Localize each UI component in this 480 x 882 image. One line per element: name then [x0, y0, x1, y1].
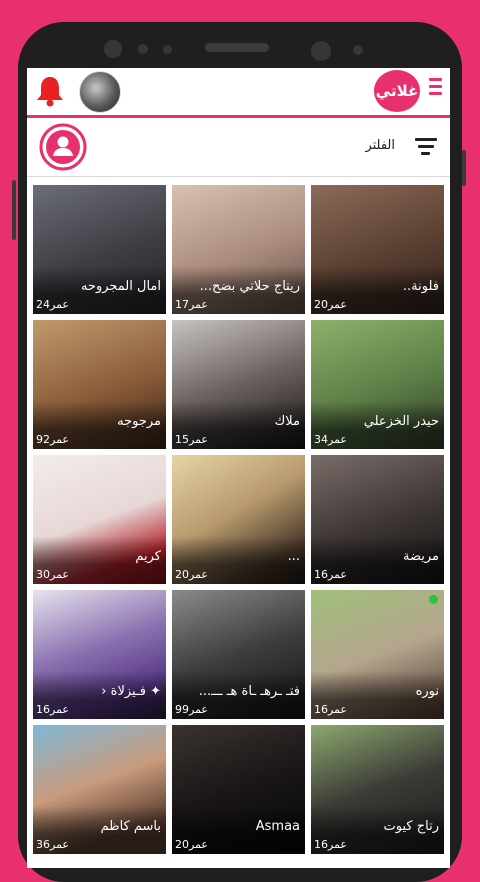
user-age: 99عمر	[175, 703, 208, 716]
front-camera	[311, 41, 331, 61]
earpiece-speaker	[205, 43, 269, 52]
user-card[interactable]: ... 20عمر	[172, 455, 305, 584]
phone-side-button	[12, 180, 16, 240]
user-card[interactable]: نوره 16عمر	[311, 590, 444, 719]
user-age: 20عمر	[175, 568, 208, 581]
online-status-indicator	[429, 595, 438, 604]
user-card[interactable]: ✦ فـيزلاة ‹ 16عمر	[33, 590, 166, 719]
sensor	[353, 45, 363, 55]
user-age: 24عمر	[36, 298, 69, 311]
user-name: ...	[287, 549, 300, 564]
sensor	[138, 44, 148, 54]
user-age: 20عمر	[175, 838, 208, 851]
user-name: مرجوجه	[117, 414, 161, 429]
user-name: ملاك	[274, 414, 300, 429]
user-card[interactable]: ملاك 15عمر	[172, 320, 305, 449]
user-name: ✦ فـيزلاة ‹	[101, 684, 161, 699]
filter-bar: الفلتر	[27, 118, 450, 177]
user-name: نوره	[415, 684, 439, 699]
user-age: 20عمر	[314, 298, 347, 311]
app-header: غلاتي	[27, 68, 450, 118]
user-age: 30عمر	[36, 568, 69, 581]
user-age: 17عمر	[175, 298, 208, 311]
app-screen: غلاتي الفلتر فلونة.. 20عمر ريتاج حلاتي ب…	[27, 68, 450, 868]
user-name: مريضة	[403, 549, 439, 564]
user-age: 16عمر	[314, 838, 347, 851]
user-age: 16عمر	[314, 568, 347, 581]
user-age: 16عمر	[314, 703, 347, 716]
user-card[interactable]: Asmaa 20عمر	[172, 725, 305, 854]
sensor	[163, 45, 172, 54]
user-card[interactable]: مريضة 16عمر	[311, 455, 444, 584]
user-card[interactable]: حيدر الخزعلي 34عمر	[311, 320, 444, 449]
user-card[interactable]: امال المجروحه 24عمر	[33, 185, 166, 314]
hamburger-menu-icon[interactable]	[429, 78, 442, 98]
user-circle-icon[interactable]	[39, 123, 87, 171]
user-age: 15عمر	[175, 433, 208, 446]
user-card[interactable]: فتـ ـرهـ ـاة هـ ـــ... 99عمر	[172, 590, 305, 719]
user-name: باسم كاظم	[100, 819, 161, 834]
filter-label[interactable]: الفلتر	[365, 138, 395, 153]
phone-side-button	[462, 150, 466, 186]
user-age: 34عمر	[314, 433, 347, 446]
user-name: فلونة..	[402, 279, 439, 294]
user-name: فتـ ـرهـ ـاة هـ ـــ...	[198, 684, 300, 699]
user-card[interactable]: باسم كاظم 36عمر	[33, 725, 166, 854]
user-card[interactable]: مرجوجه 92عمر	[33, 320, 166, 449]
user-card[interactable]: فلونة.. 20عمر	[311, 185, 444, 314]
front-camera	[104, 40, 122, 58]
current-user-avatar[interactable]	[79, 71, 121, 113]
app-logo: غلاتي	[374, 70, 420, 112]
user-name: رتاج كيوت	[383, 819, 439, 834]
user-name: كريم	[135, 549, 161, 564]
user-card[interactable]: رتاج كيوت 16عمر	[311, 725, 444, 854]
user-name: ريتاج حلاتي بضح...	[199, 279, 300, 294]
user-age: 92عمر	[36, 433, 69, 446]
bell-icon[interactable]	[35, 74, 65, 108]
user-name: حيدر الخزعلي	[363, 414, 439, 429]
user-card[interactable]: ريتاج حلاتي بضح... 17عمر	[172, 185, 305, 314]
user-age: 36عمر	[36, 838, 69, 851]
user-name: Asmaa	[255, 819, 300, 834]
user-card[interactable]: كريم 30عمر	[33, 455, 166, 584]
filter-icon[interactable]	[415, 138, 437, 156]
user-age: 16عمر	[36, 703, 69, 716]
user-name: امال المجروحه	[80, 279, 161, 294]
